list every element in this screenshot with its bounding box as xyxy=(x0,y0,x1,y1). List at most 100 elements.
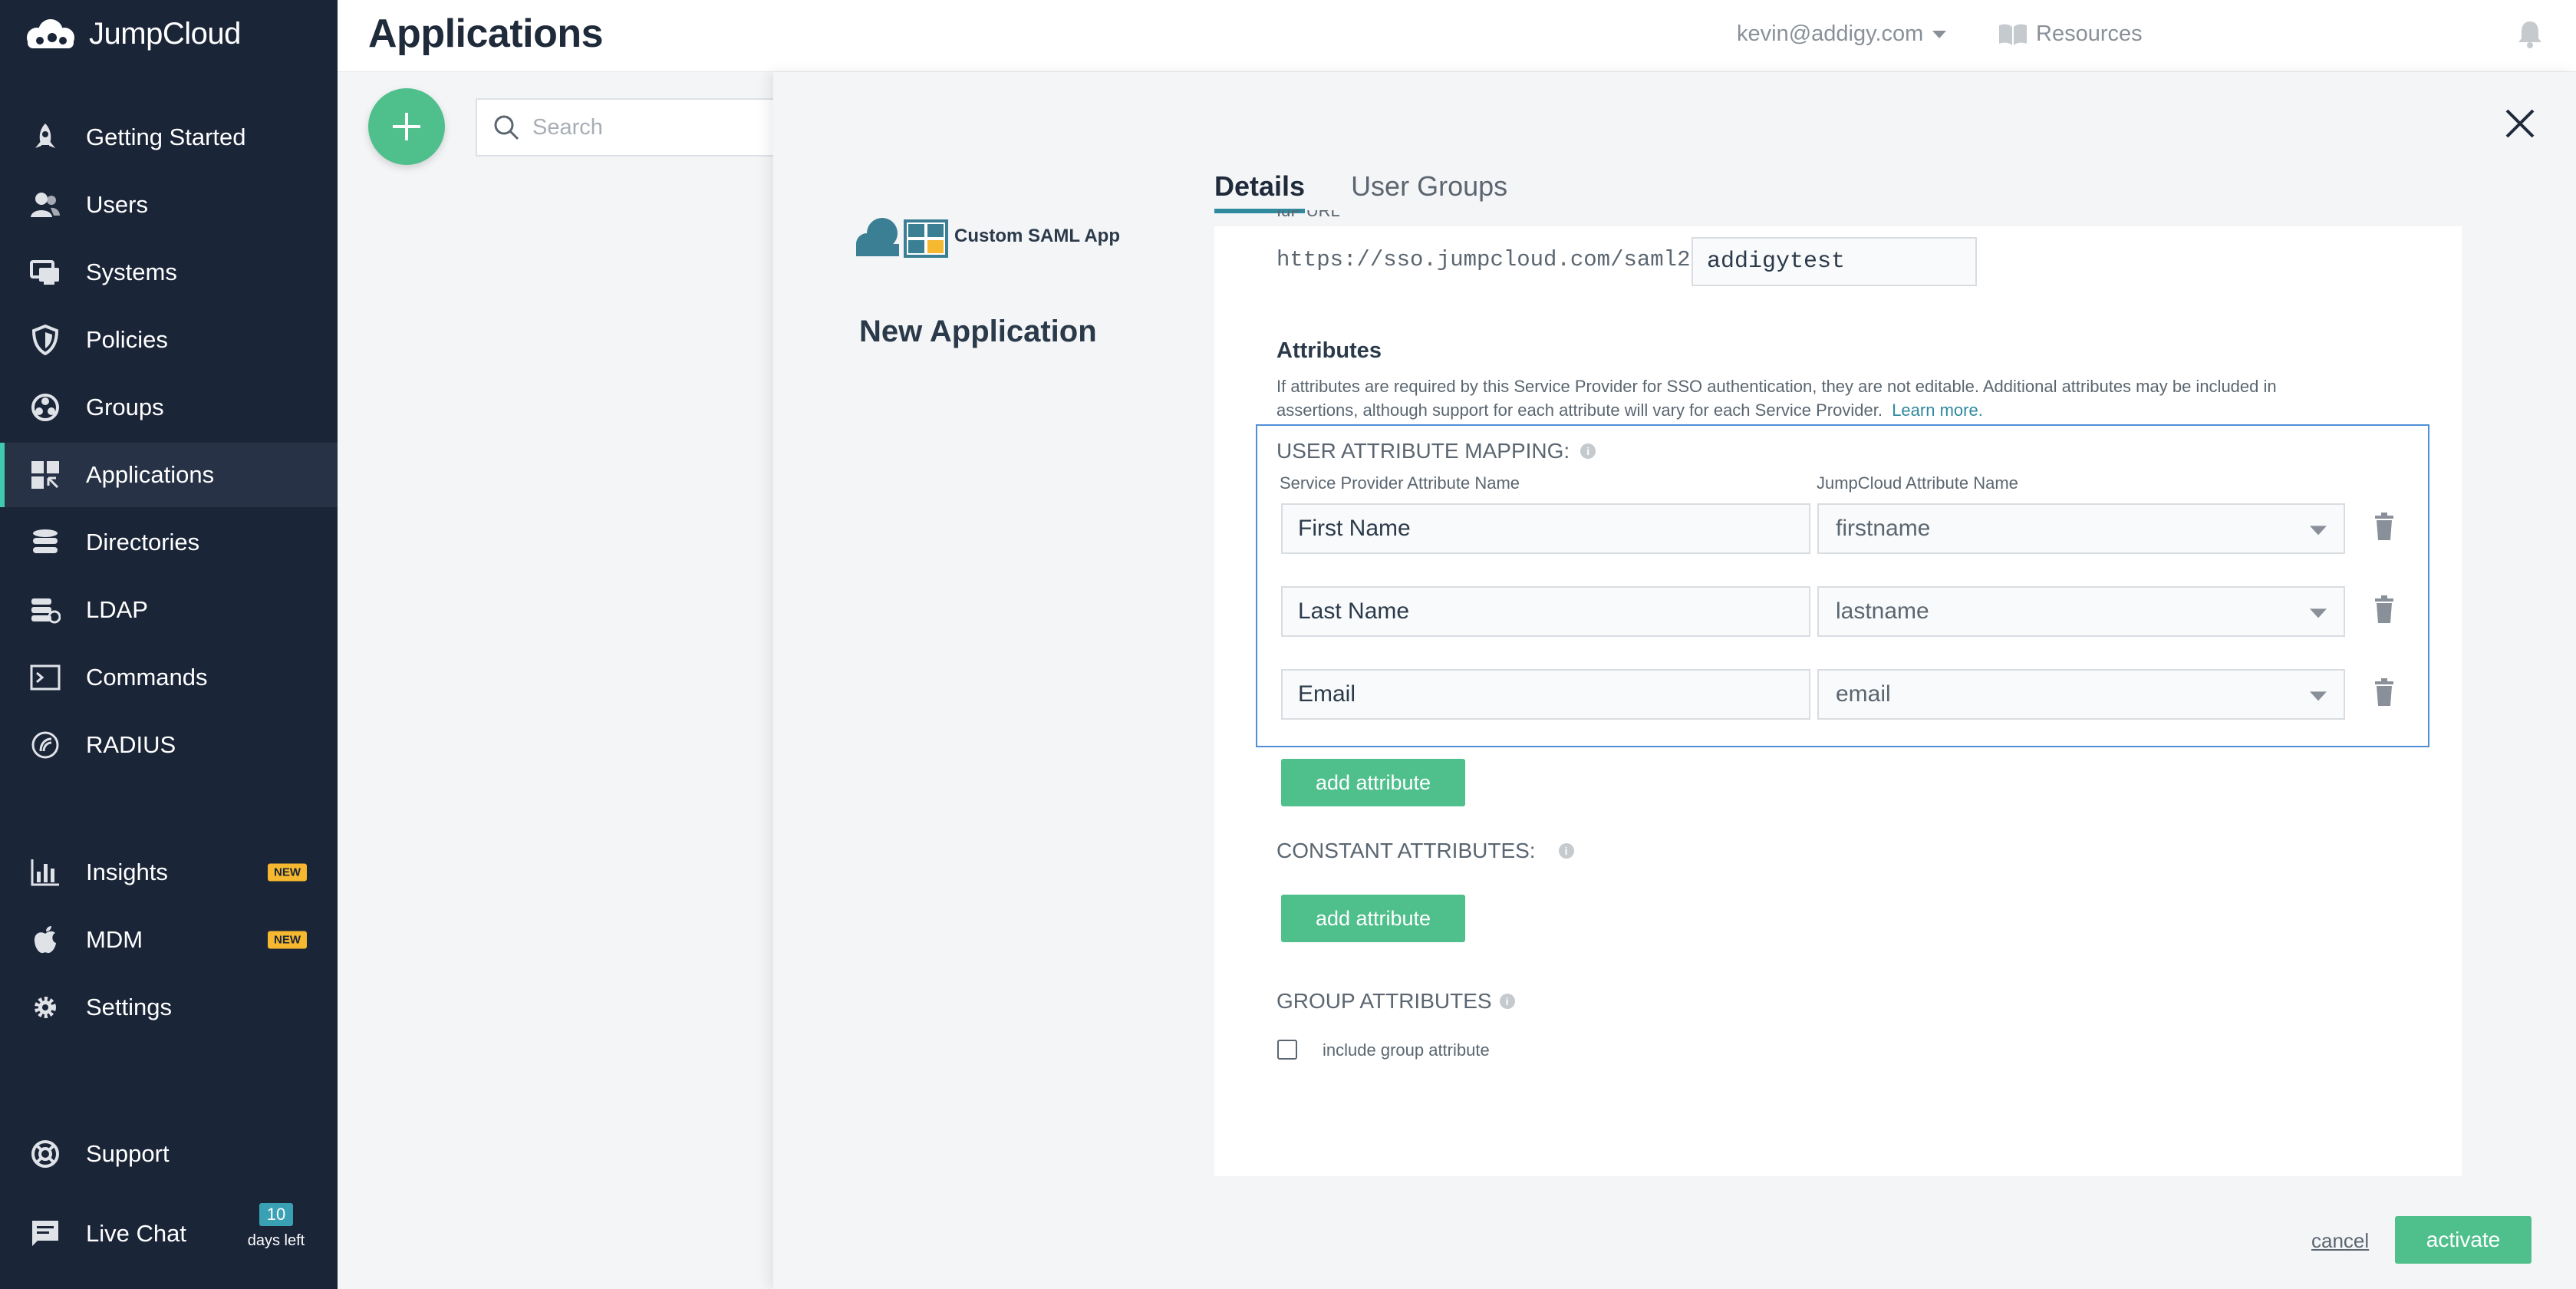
plus-icon xyxy=(393,113,420,140)
add-application-button[interactable] xyxy=(368,88,445,165)
sidebar-item-label: Getting Started xyxy=(86,124,246,150)
delete-row-trash-icon[interactable] xyxy=(2373,595,2395,628)
lifebuoy-icon xyxy=(29,1138,61,1170)
custom-saml-app-logo: Custom SAML App xyxy=(852,215,1120,258)
sidebar-item-radius[interactable]: RADIUS xyxy=(0,713,338,777)
sp-attribute-input[interactable]: Last Name xyxy=(1281,586,1810,637)
sidebar-item-directories[interactable]: Directories xyxy=(0,510,338,575)
sp-attribute-input[interactable]: Email xyxy=(1281,669,1810,720)
sidebar-item-mdm[interactable]: MDM NEW xyxy=(0,908,338,972)
sidebar-item-label: RADIUS xyxy=(86,731,176,758)
info-icon[interactable]: i xyxy=(1499,994,1515,1009)
info-icon[interactable]: i xyxy=(1558,843,1574,859)
sidebar-item-label: Applications xyxy=(86,461,215,488)
delete-row-trash-icon[interactable] xyxy=(2373,678,2395,711)
group-attributes-title-text: GROUP ATTRIBUTES xyxy=(1276,989,1492,1013)
sidebar-item-label: Insights xyxy=(86,859,168,885)
cancel-link[interactable]: cancel xyxy=(2311,1229,2369,1253)
mapping-title-text: USER ATTRIBUTE MAPPING: xyxy=(1276,439,1570,463)
new-badge: NEW xyxy=(268,931,307,949)
attributes-title: Attributes xyxy=(1276,338,1382,363)
new-badge: NEW xyxy=(268,863,307,882)
user-menu[interactable]: kevin@addigy.com xyxy=(1737,21,1947,47)
sidebar-item-label: Systems xyxy=(86,259,177,285)
book-icon xyxy=(1999,24,2027,45)
idp-url-label-text: IdP URL xyxy=(1276,210,1340,220)
jc-attribute-select[interactable]: firstname xyxy=(1817,503,2345,554)
sidebar-item-getting-started[interactable]: Getting Started xyxy=(0,105,338,170)
apple-icon xyxy=(29,924,61,956)
chevron-down-icon xyxy=(2310,691,2327,701)
tab-details[interactable]: Details xyxy=(1214,170,1306,213)
sidebar-item-insights[interactable]: Insights NEW xyxy=(0,840,338,905)
sidebar-item-label: Directories xyxy=(86,529,200,555)
rocket-icon xyxy=(29,121,61,153)
cloud-logo-icon xyxy=(27,18,74,48)
idp-url-input[interactable]: addigytest xyxy=(1692,237,1977,286)
radius-icon xyxy=(29,729,61,761)
sidebar-item-label: Policies xyxy=(86,326,168,353)
sidebar-item-ldap[interactable]: LDAP xyxy=(0,578,338,642)
sidebar-item-applications[interactable]: Applications xyxy=(0,443,338,507)
notifications-bell-icon[interactable] xyxy=(2516,18,2544,53)
sidebar-item-label: Users xyxy=(86,191,148,218)
resources-link[interactable]: Resources xyxy=(1998,21,2143,47)
constant-attributes-title-text: CONSTANT ATTRIBUTES: xyxy=(1276,839,1536,862)
gear-icon xyxy=(29,991,61,1024)
jc-attribute-value: email xyxy=(1836,681,1891,707)
jc-attribute-value: lastname xyxy=(1836,598,1929,624)
search-input[interactable] xyxy=(532,114,763,140)
jumpcloud-logo[interactable]: JumpCloud xyxy=(20,17,241,51)
sidebar-item-label: Support xyxy=(86,1140,170,1167)
trial-days-count: 10 xyxy=(259,1203,294,1226)
sidebar: JumpCloud Getting Started Users Systems … xyxy=(0,0,338,1289)
chevron-down-icon xyxy=(2310,526,2327,536)
sidebar-item-label: Commands xyxy=(86,664,208,691)
activate-button[interactable]: activate xyxy=(2395,1216,2532,1264)
chat-icon xyxy=(29,1218,61,1250)
sidebar-item-label: Live Chat xyxy=(86,1220,186,1247)
sidebar-item-settings[interactable]: Settings xyxy=(0,975,338,1040)
ldap-icon xyxy=(29,594,61,626)
learn-more-link[interactable]: Learn more. xyxy=(1892,401,1983,420)
sp-attribute-input[interactable]: First Name xyxy=(1281,503,1810,554)
close-icon[interactable] xyxy=(2501,104,2539,147)
groups-icon xyxy=(29,391,61,424)
jc-attribute-select[interactable]: lastname xyxy=(1817,586,2345,637)
resources-label: Resources xyxy=(2036,21,2143,46)
constant-attributes-title: CONSTANT ATTRIBUTES: i xyxy=(1276,839,1574,863)
user-email: kevin@addigy.com xyxy=(1737,21,1924,46)
info-icon[interactable]: i xyxy=(1580,443,1596,459)
tab-user-groups[interactable]: User Groups xyxy=(1351,170,1507,213)
jc-attribute-select[interactable]: email xyxy=(1817,669,2345,720)
include-group-attribute-label: include group attribute xyxy=(1323,1040,1490,1060)
attributes-description-text: If attributes are required by this Servi… xyxy=(1276,377,2277,420)
trial-days-label: days left xyxy=(247,1232,305,1249)
sidebar-item-label: Settings xyxy=(86,994,173,1020)
top-bar: Applications xyxy=(338,0,2576,72)
sidebar-item-commands[interactable]: Commands xyxy=(0,645,338,710)
search-icon xyxy=(494,115,519,140)
attributes-description: If attributes are required by this Servi… xyxy=(1276,374,2350,422)
directories-icon xyxy=(29,526,61,559)
delete-row-trash-icon[interactable] xyxy=(2373,513,2395,546)
jc-attribute-column-header: JumpCloud Attribute Name xyxy=(1817,473,2018,493)
add-user-attribute-button[interactable]: add attribute xyxy=(1281,759,1465,806)
applications-icon xyxy=(29,459,61,491)
sidebar-item-systems[interactable]: Systems xyxy=(0,240,338,305)
brand-name: JumpCloud xyxy=(89,17,241,51)
sidebar-item-label: Groups xyxy=(86,394,164,420)
saml-app-icon xyxy=(856,218,948,258)
sidebar-item-users[interactable]: Users xyxy=(0,173,338,237)
include-group-attribute-checkbox[interactable] xyxy=(1277,1040,1297,1060)
sidebar-item-groups[interactable]: Groups xyxy=(0,375,338,440)
page-title: Applications xyxy=(368,12,604,56)
chevron-down-icon xyxy=(1932,30,1947,38)
idp-url-label: IdP URL xyxy=(1276,210,1340,227)
sidebar-item-support[interactable]: Support xyxy=(0,1122,338,1186)
sp-attribute-column-header: Service Provider Attribute Name xyxy=(1280,473,1520,493)
jc-attribute-value: firstname xyxy=(1836,516,1931,541)
trial-indicator: 10 days left xyxy=(244,1203,308,1250)
add-constant-attribute-button[interactable]: add attribute xyxy=(1281,895,1465,942)
sidebar-item-policies[interactable]: Policies xyxy=(0,308,338,372)
